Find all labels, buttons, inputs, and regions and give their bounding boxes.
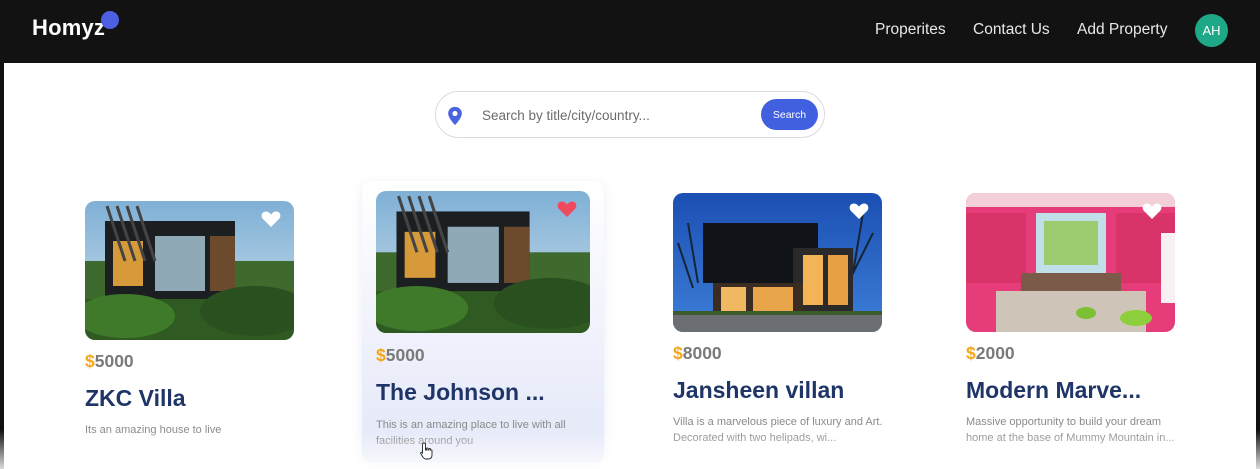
property-card[interactable]: $8000 Jansheen villan Villa is a marvelo… (673, 193, 903, 448)
nav-add-property[interactable]: Add Property (1077, 21, 1167, 39)
property-description: This is an amazing place to live with al… (376, 419, 566, 447)
property-price: $8000 (673, 343, 722, 364)
heart-icon[interactable] (557, 200, 577, 218)
location-pin-icon (448, 106, 462, 126)
logo[interactable]: Homyz (32, 15, 105, 41)
hand-cursor-icon (420, 442, 433, 460)
property-title[interactable]: Jansheen villan (673, 377, 844, 404)
price-value: 5000 (385, 345, 425, 365)
price-value: 2000 (975, 343, 1015, 363)
property-description: Massive opportunity to build your dream … (966, 416, 1175, 444)
property-price: $5000 (376, 345, 425, 366)
search-bar: Search (435, 91, 825, 138)
currency-symbol: $ (673, 343, 683, 363)
property-title[interactable]: The Johnson ... (376, 379, 545, 406)
property-card[interactable]: $5000 The Johnson ... This is an amazing… (362, 181, 604, 463)
price-value: 5000 (94, 351, 134, 371)
property-title[interactable]: ZKC Villa (85, 385, 186, 412)
heart-icon[interactable] (849, 202, 869, 220)
heart-icon[interactable] (1142, 202, 1162, 220)
property-title[interactable]: Modern Marve... (966, 377, 1141, 404)
heart-icon[interactable] (261, 210, 281, 228)
nav-properties[interactable]: Properites (875, 21, 946, 39)
search-button[interactable]: Search (761, 99, 818, 130)
avatar[interactable]: AH (1195, 14, 1228, 47)
currency-symbol: $ (966, 343, 976, 363)
property-card[interactable]: $5000 ZKC Villa Its an amazing house to … (85, 201, 315, 451)
property-description: Its an amazing house to live (85, 424, 222, 436)
header: Homyz Properites Contact Us Add Property… (0, 0, 1260, 63)
currency-symbol: $ (376, 345, 386, 365)
currency-symbol: $ (85, 351, 95, 371)
price-value: 8000 (682, 343, 722, 363)
property-price: $5000 (85, 351, 134, 372)
nav-contact-us[interactable]: Contact Us (973, 21, 1050, 39)
property-price: $2000 (966, 343, 1015, 364)
search-input[interactable] (482, 104, 742, 126)
property-description: Villa is a marvelous piece of luxury and… (673, 416, 883, 444)
logo-dot-icon (101, 11, 119, 29)
property-card[interactable]: $2000 Modern Marve... Massive opportunit… (966, 193, 1196, 448)
browser-frame: Homyz Properites Contact Us Add Property… (0, 0, 1260, 469)
